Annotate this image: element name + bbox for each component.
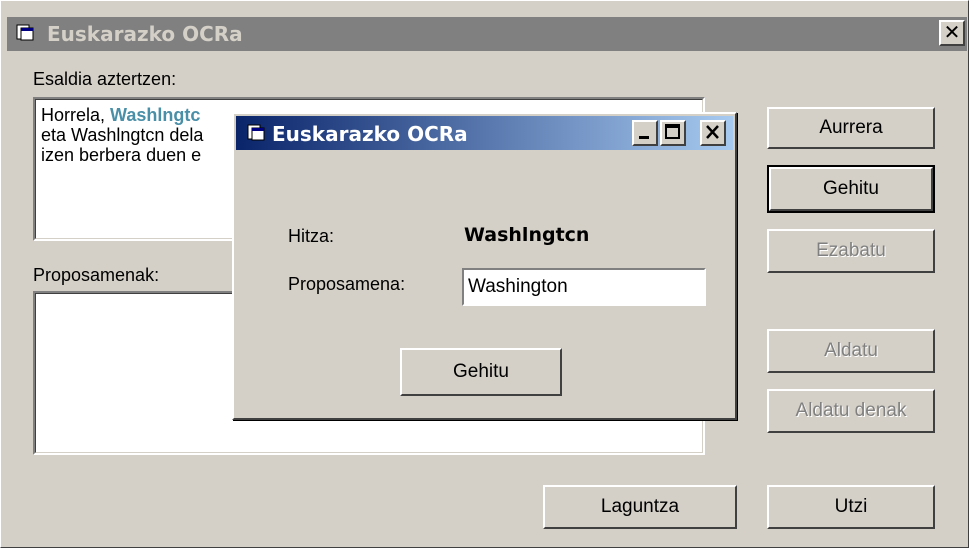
document-window-icon xyxy=(16,24,34,41)
maximize-button[interactable] xyxy=(660,120,686,146)
maximize-icon xyxy=(665,124,680,139)
help-button[interactable]: Laguntza xyxy=(543,485,737,529)
dialog-close-button[interactable] xyxy=(700,120,726,146)
minimize-icon xyxy=(639,136,649,139)
close-icon xyxy=(706,125,719,139)
close-button[interactable]: ✕ xyxy=(939,20,965,46)
minimize-button[interactable] xyxy=(632,120,658,146)
add-word-dialog: Euskarazko OCRa Hitza: Washlngtcn Propos… xyxy=(232,112,737,420)
document-window-icon xyxy=(247,124,265,141)
dialog-add-button[interactable]: Gehitu xyxy=(400,348,562,396)
add-button[interactable]: Gehitu xyxy=(767,165,935,213)
word-value: Washlngtcn xyxy=(464,224,590,246)
proposal-input[interactable] xyxy=(466,272,706,302)
proposal-field[interactable] xyxy=(462,268,706,306)
main-title: Euskarazko OCRa xyxy=(47,22,243,46)
sentence-text: Horrela, Washlngtc eta Washlngtcn dela i… xyxy=(41,105,204,165)
highlighted-word: Washlngtc xyxy=(110,105,201,125)
delete-button[interactable]: Ezabatu xyxy=(767,229,935,273)
main-titlebar[interactable]: Euskarazko OCRa ✕ xyxy=(7,17,967,51)
dialog-titlebar[interactable]: Euskarazko OCRa xyxy=(236,116,733,150)
sentence-label: Esaldia aztertzen: xyxy=(33,69,177,89)
change-all-button[interactable]: Aldatu denak xyxy=(767,389,935,433)
close-icon: ✕ xyxy=(943,20,961,44)
word-label: Hitza: xyxy=(288,226,335,246)
proposals-label: Proposamenak: xyxy=(33,265,160,285)
next-button[interactable]: Aurrera xyxy=(767,107,935,149)
proposal-label: Proposamena: xyxy=(288,274,406,294)
change-button[interactable]: Aldatu xyxy=(767,329,935,373)
dialog-title: Euskarazko OCRa xyxy=(272,122,468,146)
quit-button[interactable]: Utzi xyxy=(767,485,935,529)
